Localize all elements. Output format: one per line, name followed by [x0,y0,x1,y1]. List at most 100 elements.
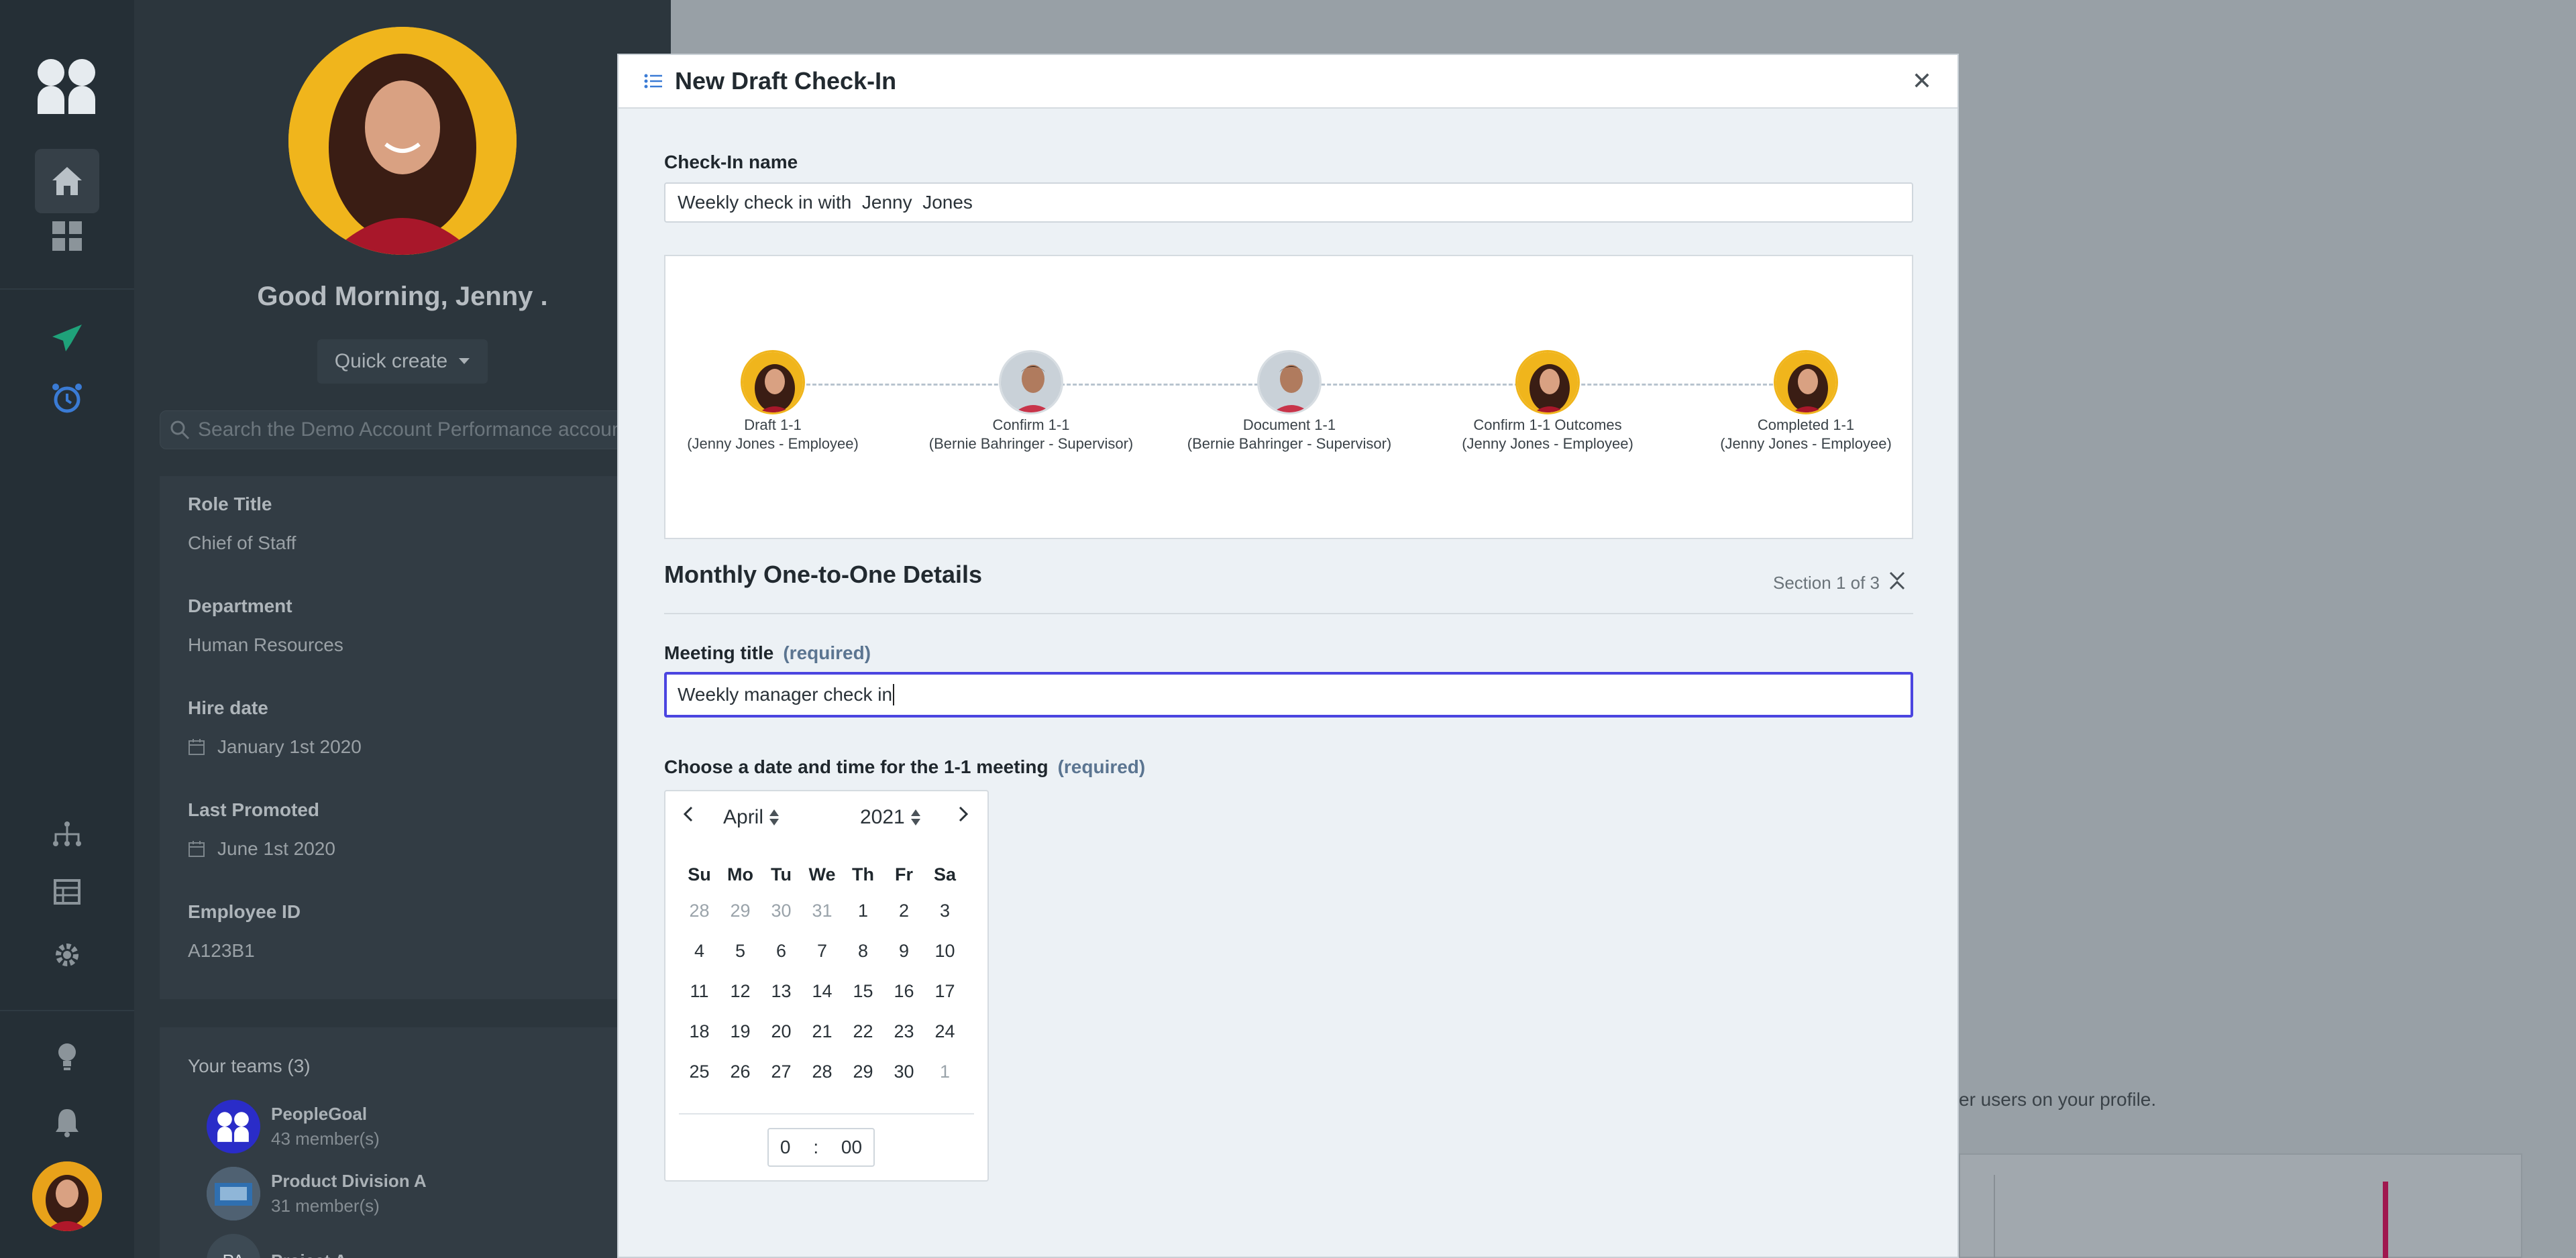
calendar-day[interactable]: 28 [679,891,720,931]
calendar-day[interactable]: 18 [679,1011,720,1051]
minute-field[interactable]: 00 [841,1137,862,1158]
calendar-day[interactable]: 1 [924,1051,965,1092]
date-time-label: Choose a date and time for the 1-1 meeti… [664,756,1146,777]
step-title: Draft 1-1 [744,416,802,433]
teams-card: Your teams (3) PeopleGoal 43 member(s) P… [160,1027,671,1258]
meeting-title-label: Meeting title (required) [664,642,871,663]
calendar-day[interactable]: 25 [679,1051,720,1092]
calendar-day[interactable]: 11 [679,971,720,1011]
close-icon[interactable]: ✕ [1912,67,1932,95]
calendar-day[interactable]: 29 [843,1051,883,1092]
search-input[interactable]: Search the Demo Account Performance acco… [160,410,671,449]
hour-field[interactable]: 0 [780,1137,791,1158]
caret-down-icon [459,358,470,364]
chart-bar [2383,1182,2388,1258]
team-item[interactable]: PA Project A [207,1234,347,1258]
calendar-day[interactable]: 29 [720,891,761,931]
step-title: Completed 1-1 [1757,416,1855,433]
step-assignee: (Bernie Bahringer - Supervisor) [928,435,1134,452]
greeting: Good Morning, Jenny . [257,282,548,311]
alarm-icon[interactable] [48,380,86,417]
calendar-day[interactable]: 8 [843,931,883,971]
checkin-name-label: Check-In name [664,152,798,172]
team-logo-icon [207,1100,260,1153]
team-name: PeopleGoal [271,1104,368,1124]
team-item[interactable]: Product Division A 31 member(s) [207,1167,427,1220]
calendar-day[interactable]: 7 [802,931,843,971]
step-title: Document 1-1 [1242,416,1336,433]
app-logo[interactable] [35,54,99,118]
chart-axis [1994,1175,1995,1258]
calendar-day[interactable]: 24 [924,1011,965,1051]
meeting-title-value: Weekly manager check in [678,684,893,705]
calendar-day[interactable]: 15 [843,971,883,1011]
calendar-day[interactable]: 14 [802,971,843,1011]
profile-info-card: Role Title Chief of Staff Department Hum… [160,476,671,999]
calendar-divider [679,1113,974,1114]
meeting-title-input[interactable]: Weekly manager check in [664,672,1913,718]
collapse-icon[interactable] [1888,570,1907,591]
calendar-day[interactable]: 21 [802,1011,843,1051]
step-title: Confirm 1-1 Outcomes [1473,416,1622,433]
year-select[interactable]: 2021 [860,806,921,829]
calendar-day[interactable]: 19 [720,1011,761,1051]
calendar-day[interactable]: 20 [761,1011,802,1051]
team-image [207,1167,260,1220]
weekday-header: Fr [895,864,913,884]
workflow-step: Draft 1-1 (Jenny Jones - Employee) [645,350,900,452]
calendar-day[interactable]: 12 [720,971,761,1011]
calendar-day[interactable]: 9 [883,931,924,971]
calendar-day[interactable]: 30 [761,891,802,931]
team-item[interactable]: PeopleGoal 43 member(s) [207,1100,380,1153]
calendar-day[interactable]: 27 [761,1051,802,1092]
gear-icon[interactable] [48,936,86,974]
table-icon[interactable] [48,873,86,911]
send-icon[interactable] [48,319,86,357]
quick-create-button[interactable]: Quick create [317,339,488,384]
prev-month-icon[interactable] [683,806,694,822]
calendar-day[interactable]: 26 [720,1051,761,1092]
calendar-day[interactable]: 2 [883,891,924,931]
week-row: 25 26 27 28 29 30 1 [679,1051,965,1092]
calendar-day[interactable]: 10 [924,931,965,971]
calendar-day[interactable]: 4 [679,931,720,971]
week-row: 28 29 30 31 1 2 3 [679,891,965,931]
step-assignee: (Jenny Jones - Employee) [687,435,859,452]
home-icon[interactable] [35,149,99,213]
org-chart-icon[interactable] [48,815,86,853]
calendar-icon [189,739,205,755]
calendar-day[interactable]: 22 [843,1011,883,1051]
bell-icon[interactable] [48,1104,86,1141]
time-input[interactable]: 0 : 00 [767,1128,875,1167]
background-text: er users on your profile. [1959,1089,2157,1110]
next-month-icon[interactable] [958,806,969,822]
required-tag: (required) [1057,756,1146,777]
month-select[interactable]: April [723,806,780,829]
calendar-day[interactable]: 16 [883,971,924,1011]
week-row: 18 19 20 21 22 23 24 [679,1011,965,1051]
calendar-day[interactable]: 28 [802,1051,843,1092]
calendar-day[interactable]: 23 [883,1011,924,1051]
calendar-day[interactable]: 6 [761,931,802,971]
calendar-day[interactable]: 17 [924,971,965,1011]
date-picker: April 2021 Su Mo Tu We Th Fr Sa 28 29 30… [664,790,989,1182]
dashboard-icon[interactable] [48,217,86,255]
calendar-day[interactable]: 31 [802,891,843,931]
weekday-header: Su [688,864,711,884]
calendar-day[interactable]: 5 [720,931,761,971]
checkin-name-input[interactable]: Weekly check in with Jenny Jones [664,182,1913,223]
team-name: Project A [271,1251,347,1258]
user-avatar[interactable] [32,1161,102,1231]
step-assignee: (Bernie Bahringer - Supervisor) [1187,435,1392,452]
weekday-header: Mo [727,864,753,884]
workflow-step: Confirm 1-1 (Bernie Bahringer - Supervis… [904,350,1159,452]
calendar-icon [189,841,205,857]
calendar-day[interactable]: 3 [924,891,965,931]
search-icon [170,420,190,440]
calendar-day[interactable]: 30 [883,1051,924,1092]
workflow-step: Completed 1-1 (Jenny Jones - Employee) [1678,350,1933,452]
calendar-day[interactable]: 13 [761,971,802,1011]
calendar-day[interactable]: 1 [843,891,883,931]
quick-create-label: Quick create [334,350,448,372]
lightbulb-icon[interactable] [48,1038,86,1076]
